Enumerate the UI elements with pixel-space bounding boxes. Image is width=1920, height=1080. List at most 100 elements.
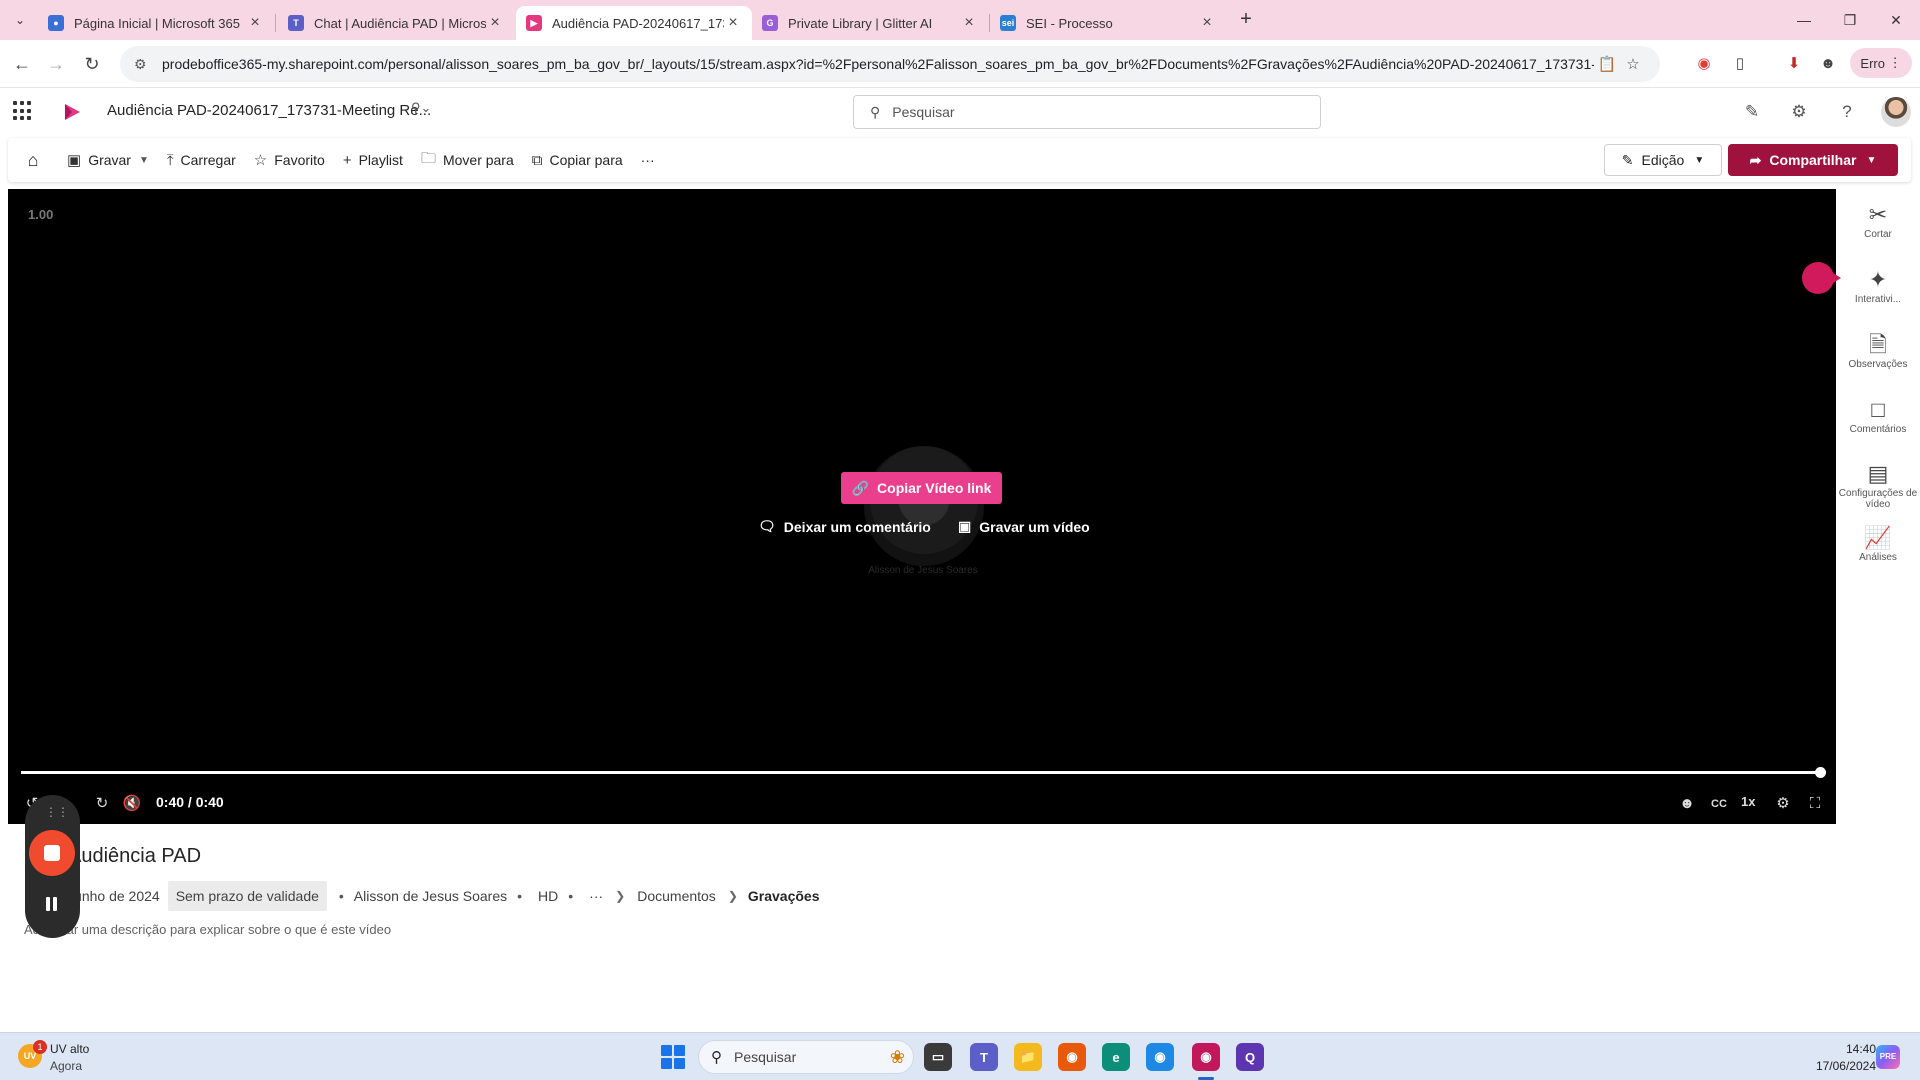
weather-title[interactable]: UV alto [50,1042,89,1056]
rail-comments-button[interactable]: □ Comentários [1838,396,1918,435]
address-bar[interactable]: ⚙ prodeboffice365-my.sharepoint.com/pers… [120,46,1660,82]
back-arrow-icon[interactable]: ← [10,52,34,76]
feedback-icon[interactable]: ✎ [1740,100,1764,124]
firefox-icon[interactable]: ◉ [1058,1043,1086,1071]
record-video-button[interactable]: ▣ Gravar um vídeo [958,518,1090,535]
breadcrumb-recordings[interactable]: Gravações [742,888,826,904]
upload-button[interactable]: ⤒ Carregar [158,138,245,182]
forward-10-icon[interactable]: ↻ [90,792,114,816]
browser-tab-glitter[interactable]: G Private Library | Glitter AI × [752,6,988,40]
extension-record-icon[interactable]: ◉ [1692,52,1716,76]
closed-captions-icon[interactable]: CC [1707,792,1731,816]
screen-recorder-widget[interactable]: ⋮⋮ [25,795,80,938]
pause-recording-button[interactable] [43,895,61,913]
playlist-button[interactable]: + Playlist [334,138,412,182]
chevron-down-icon: ▼ [1694,154,1705,166]
teams-taskbar-icon[interactable]: T [970,1043,998,1071]
close-tab-icon[interactable]: × [246,14,264,32]
rail-video-settings-button[interactable]: ▤ Configurações de vídeo [1838,460,1918,510]
task-view-icon[interactable]: ▭ [924,1043,952,1071]
move-to-button[interactable]: 🗀 Mover para [412,138,523,182]
chrome-profile-icon[interactable]: ◉ [1192,1043,1220,1071]
more-options-button[interactable]: ··· [632,138,664,182]
home-button[interactable]: ⌂ [8,138,58,182]
restore-icon[interactable]: ❐ [1827,8,1873,32]
windows-start-icon[interactable] [661,1045,685,1069]
close-tab-icon[interactable]: × [724,14,742,32]
window-close-icon[interactable]: ✕ [1873,8,1919,32]
player-settings-gear-icon[interactable]: ⚙ [1771,792,1795,816]
help-question-icon[interactable]: ? [1835,100,1859,124]
reload-icon[interactable]: ↻ [80,52,104,76]
breadcrumb-more[interactable]: ··· [575,888,611,904]
close-tab-icon[interactable]: × [1198,14,1216,32]
save-page-icon[interactable]: 📋 [1594,55,1620,73]
user-avatar[interactable] [1881,97,1911,127]
description-placeholder[interactable]: Adicionar uma descrição para explicar so… [24,922,391,937]
share-people-chevron-icon[interactable]: ⚲⌄ [411,100,431,116]
seek-bar[interactable] [21,767,1826,778]
video-player[interactable]: 1.00 Alisson de Jesus Soares 🔗 Copiar Ví… [8,189,1836,824]
extensions-puzzle-icon[interactable]: ▯ [1728,52,1752,76]
stop-recording-button[interactable] [29,830,75,876]
recorder-app-icon[interactable]: Q [1236,1043,1264,1071]
playback-speed-button[interactable]: 1x [1741,794,1755,809]
notification-badge: 1 [33,1040,47,1054]
settings-gear-icon[interactable]: ⚙ [1787,100,1811,124]
rail-trim-button[interactable]: ✂ Cortar [1838,201,1918,240]
clock-date[interactable]: 17/06/2024 [1800,1059,1876,1073]
browser-tab-stream[interactable]: ▶ Audiência PAD-20240617_1737 × [516,6,752,40]
search-input[interactable] [892,104,1273,120]
upload-arrow-icon: ⤒ [166,151,174,169]
rail-analytics-button[interactable]: 📈 Análises [1838,524,1918,563]
edge-icon[interactable]: e [1102,1043,1130,1071]
rail-interactivity-button[interactable]: ✦ Interativi... [1838,266,1918,305]
separator-dot: • [568,888,574,904]
close-tab-icon[interactable]: × [960,14,978,32]
browser-toolbar: ← → ↻ ⚙ prodeboffice365-my.sharepoint.co… [0,40,1920,88]
video-quality: HD [538,888,559,904]
profile-account-icon[interactable]: ☻ [1816,52,1840,76]
seek-handle[interactable] [1815,767,1826,778]
forward-arrow-icon[interactable]: → [44,52,68,76]
copilot-icon[interactable]: PRE [1876,1045,1900,1069]
taskbar-search-box[interactable]: ⚲ Pesquisar ❀ [698,1040,914,1074]
share-button[interactable]: ➦ Compartilhar ▼ [1728,144,1898,176]
close-tab-icon[interactable]: × [486,14,504,32]
new-tab-plus-icon[interactable]: + [1234,8,1258,32]
site-info-icon[interactable]: ⚙ [134,56,152,73]
fullscreen-icon[interactable]: ⛶ [1803,792,1827,816]
profile-error-button[interactable]: Erro ⋮ [1850,48,1912,78]
transcript-speaker-icon[interactable]: ☻ [1675,792,1699,816]
leave-comment-button[interactable]: 🗨 Deixar um comentário [758,518,931,535]
rail-notes-button[interactable]: 🗎 Observações [1838,331,1918,370]
browser-tab-teams[interactable]: T Chat | Audiência PAD | Microsof × [278,6,514,40]
record-button[interactable]: ▣ Gravar ▼ [58,138,158,182]
breadcrumb-documents[interactable]: Documentos [629,888,724,904]
minimize-icon[interactable]: — [1781,8,1827,32]
mute-speaker-icon[interactable]: 🔇 [120,792,144,816]
app-launcher-waffle-icon[interactable] [13,101,33,121]
url-text[interactable]: prodeboffice365-my.sharepoint.com/person… [162,56,1594,72]
link-icon: 🔗 [851,479,870,496]
browser-tab-m365[interactable]: ● Página Inicial | Microsoft 365 × [38,6,274,40]
drag-grip-icon[interactable]: ⋮⋮ [45,805,69,819]
tab-search-chevron-icon[interactable]: ⌄ [10,10,30,30]
browser-tab-sei[interactable]: sei SEI - Processo × [990,6,1226,40]
search-box[interactable]: ⚲ [853,95,1321,129]
chrome-icon[interactable]: ◉ [1146,1043,1174,1071]
favorite-button[interactable]: ☆ Favorito [245,138,334,182]
bookmark-star-icon[interactable]: ☆ [1620,55,1646,73]
playback-speed-overlay: 1.00 [28,207,54,222]
downloads-icon[interactable]: ⬇ [1782,52,1806,76]
clock-time[interactable]: 14:40 [1820,1042,1876,1056]
stream-logo-icon [65,104,80,120]
copy-to-button[interactable]: ⧉ Copiar para [523,138,632,182]
copy-video-link-button[interactable]: 🔗 Copiar Vídeo link [841,472,1002,504]
video-owner[interactable]: Alisson de Jesus Soares [346,888,515,904]
video-camera-icon: ▣ [958,518,972,534]
file-explorer-icon[interactable]: 📁 [1014,1043,1042,1071]
edit-mode-button[interactable]: ✎ Edição ▼ [1604,144,1722,176]
separator-dot: • [338,888,344,904]
expiration-pill[interactable]: Sem prazo de validade [167,881,327,911]
